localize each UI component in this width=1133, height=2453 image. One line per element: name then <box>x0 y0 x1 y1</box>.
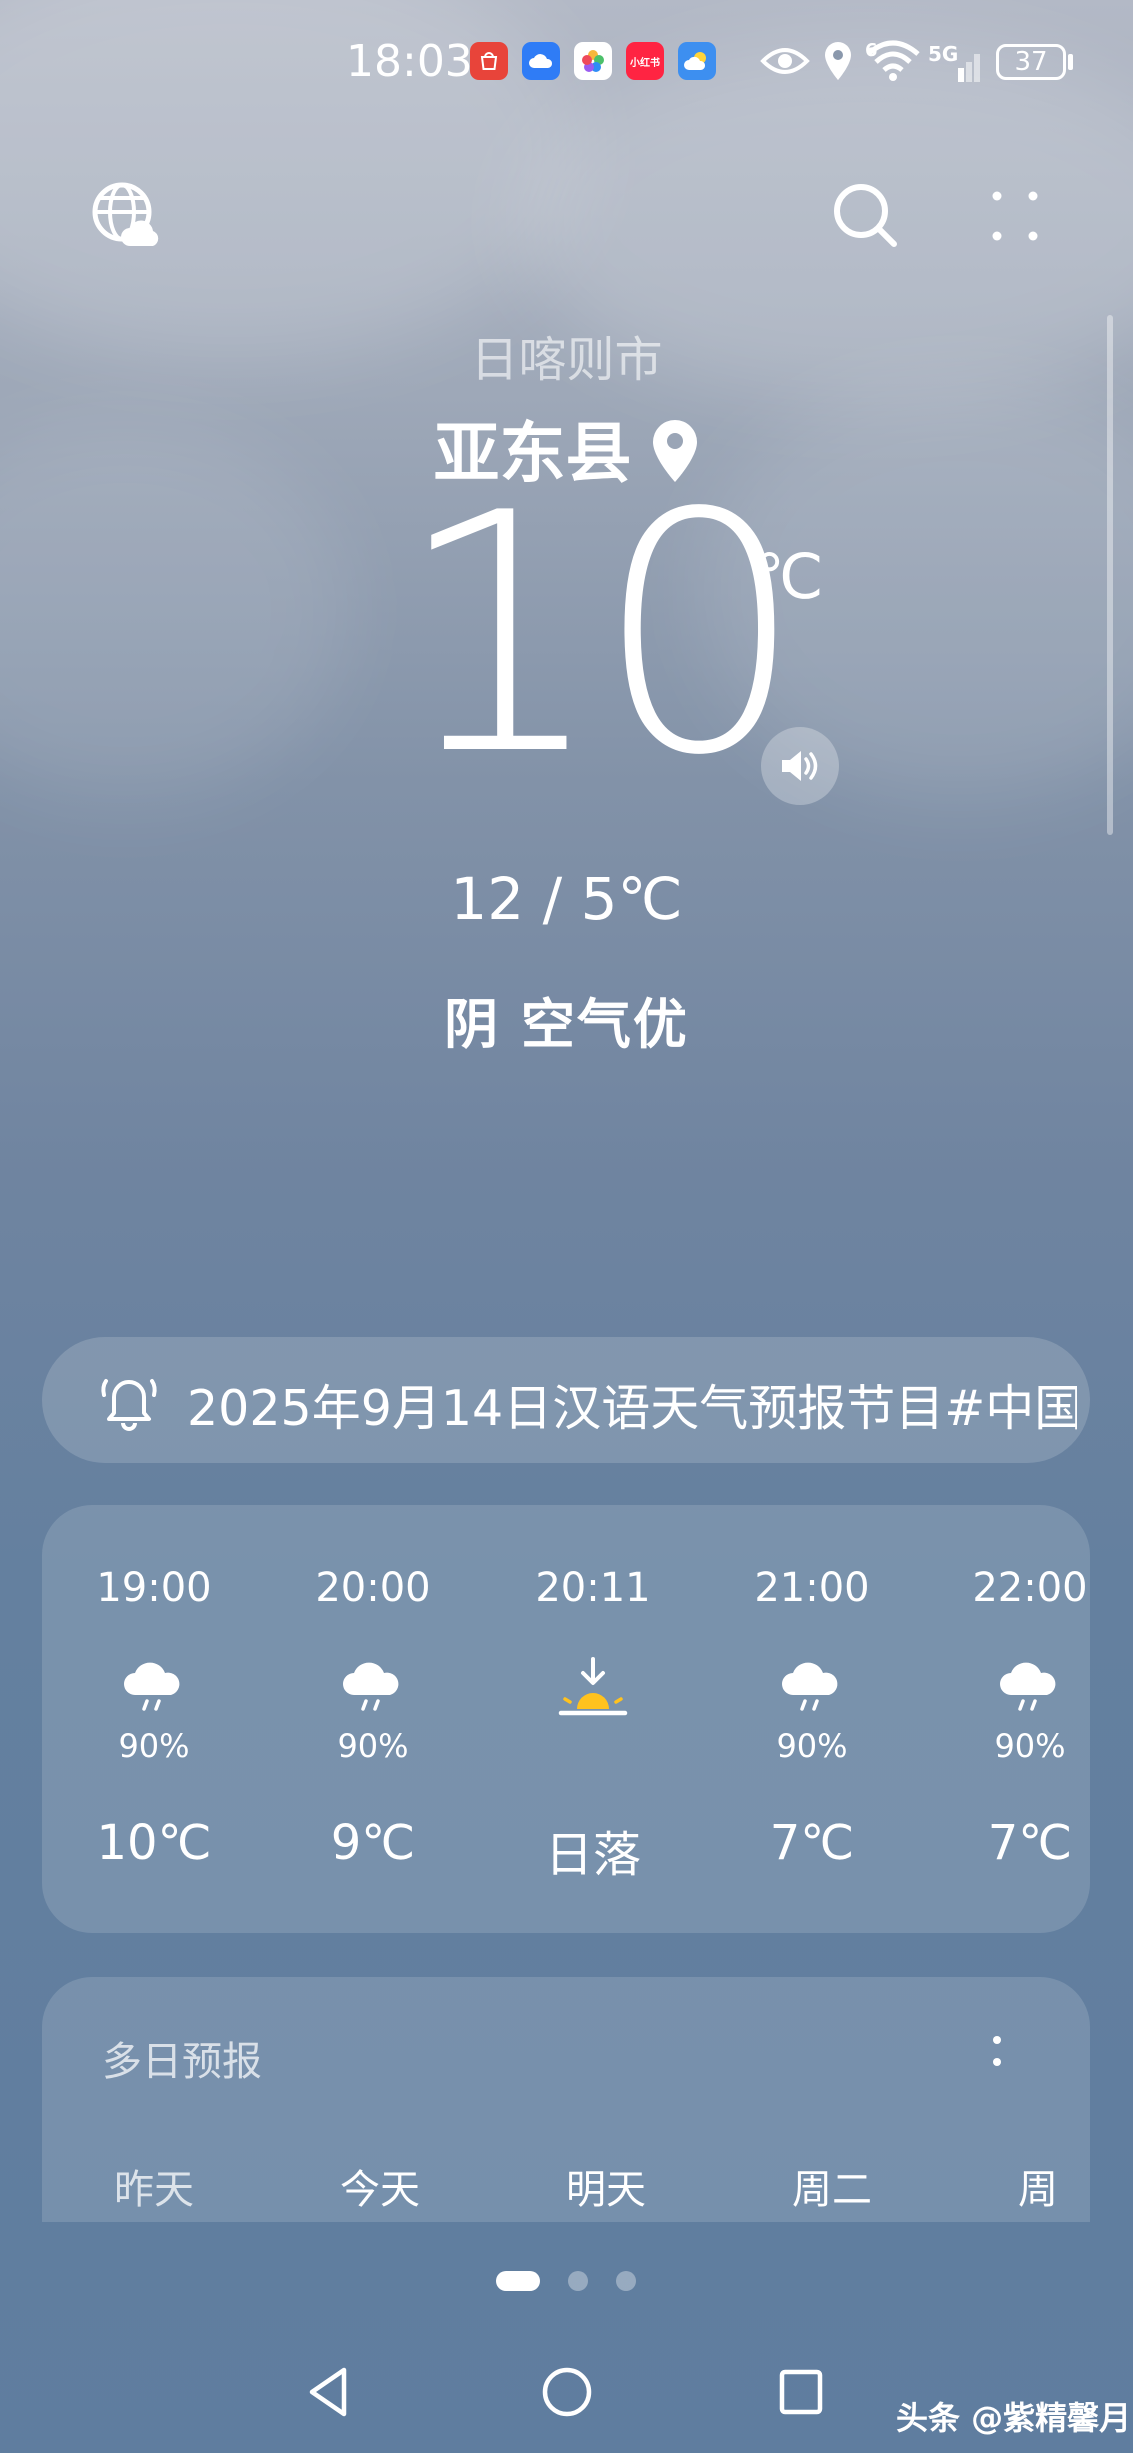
weather-condition: 阴 空气优 <box>444 993 689 1056</box>
temperature-unit: ℃ <box>754 540 824 613</box>
day-label-wednesday[interactable]: 周三 <box>1018 2157 1090 2222</box>
rain-cloud-icon <box>1000 1662 1056 1711</box>
hour-time: 19:00 <box>96 1565 212 1611</box>
signal-strength-icon <box>958 54 980 82</box>
current-temperature: 10 <box>395 443 805 827</box>
search-icon[interactable] <box>830 180 902 252</box>
city-management-globe-icon[interactable] <box>90 180 164 254</box>
multi-day-forecast-title: 多日预报 <box>102 2039 262 2085</box>
hour-temperature: 7℃ <box>987 1815 1073 1871</box>
voice-broadcast-button[interactable] <box>761 727 839 805</box>
wifi-label: 6 <box>865 40 878 61</box>
bell-icon <box>101 1379 157 1431</box>
temperature-range: 12 / 5℃ <box>450 865 683 933</box>
location-status-icon <box>825 42 851 80</box>
page-indicator[interactable] <box>568 2271 588 2291</box>
back-icon[interactable] <box>306 2365 352 2419</box>
precipitation-probability: 90% <box>118 1727 190 1765</box>
page-indicator[interactable] <box>616 2271 636 2291</box>
hour-time: 22:00 <box>972 1565 1088 1611</box>
recents-icon[interactable] <box>778 2365 824 2419</box>
forecast-more-icon[interactable] <box>992 2032 1002 2072</box>
hourly-item-sunset[interactable]: 20:11 日落 <box>513 1505 673 1933</box>
huawei-appgallery-icon <box>470 42 508 80</box>
sunset-icon <box>558 1657 628 1716</box>
page-indicator-active[interactable] <box>496 2271 540 2291</box>
watermark: 头条 @紫精馨月 <box>896 2399 1132 2437</box>
multi-day-forecast-card[interactable]: 多日预报 昨天 今天 明天 周二 周三 <box>42 1977 1090 2222</box>
weather-alert-banner[interactable]: 2025年9月14日汉语天气预报节目#中国 <box>42 1337 1090 1463</box>
hourly-item[interactable]: 19:00 90% 10℃ <box>74 1505 234 1933</box>
rain-cloud-icon <box>782 1662 838 1711</box>
weather-app-icon <box>678 42 716 80</box>
weather-screen: 18:03 小红书 6 5G 37 日喀则市 亚东县 10 ℃ 12 / 5℃ … <box>0 0 1133 2453</box>
gallery-app-icon <box>574 42 612 80</box>
day-label-yesterday[interactable]: 昨天 <box>114 2157 194 2215</box>
hour-time: 21:00 <box>754 1565 870 1611</box>
precipitation-probability: 90% <box>776 1727 848 1765</box>
hourly-forecast-card[interactable]: 19:00 90% 10℃ 20:00 90% 9℃ 20:11 日落 21:0… <box>42 1505 1090 1933</box>
sunset-label: 日落 <box>544 1827 641 1883</box>
hourly-item[interactable]: 21:00 90% 7℃ <box>732 1505 892 1933</box>
hour-temperature: 7℃ <box>769 1815 855 1871</box>
hourly-item[interactable]: 20:00 90% 9℃ <box>293 1505 453 1933</box>
battery-indicator: 37 <box>996 44 1066 80</box>
day-label-today[interactable]: 今天 <box>340 2157 420 2215</box>
home-icon[interactable] <box>540 2365 594 2419</box>
province-name: 日喀则市 <box>470 332 663 388</box>
day-label-tuesday[interactable]: 周二 <box>792 2157 872 2215</box>
status-time: 18:03 <box>346 36 473 87</box>
more-menu-icon[interactable] <box>985 186 1045 246</box>
rain-cloud-icon <box>124 1662 180 1711</box>
hour-temperature: 9℃ <box>330 1815 416 1871</box>
battery-tip <box>1068 54 1073 70</box>
day-label-tomorrow[interactable]: 明天 <box>566 2157 646 2215</box>
hour-time: 20:11 <box>535 1565 651 1611</box>
rain-cloud-icon <box>343 1662 399 1711</box>
scroll-indicator <box>1107 315 1113 835</box>
speaker-icon <box>782 751 818 781</box>
precipitation-probability: 90% <box>337 1727 409 1765</box>
xiaohongshu-app-icon: 小红书 <box>626 42 664 80</box>
eye-comfort-icon <box>760 48 810 74</box>
hour-temperature: 10℃ <box>96 1815 212 1871</box>
status-bar: 18:03 小红书 6 5G 37 <box>0 30 1133 100</box>
precipitation-probability: 90% <box>994 1727 1066 1765</box>
cloud-app-icon <box>522 42 560 80</box>
hour-time: 20:00 <box>315 1565 431 1611</box>
xiaohongshu-label: 小红书 <box>630 57 660 69</box>
hourly-item[interactable]: 22:00 90% 7℃ <box>950 1505 1090 1933</box>
alert-text: 2025年9月14日汉语天气预报节目#中国 <box>187 1380 1077 1437</box>
